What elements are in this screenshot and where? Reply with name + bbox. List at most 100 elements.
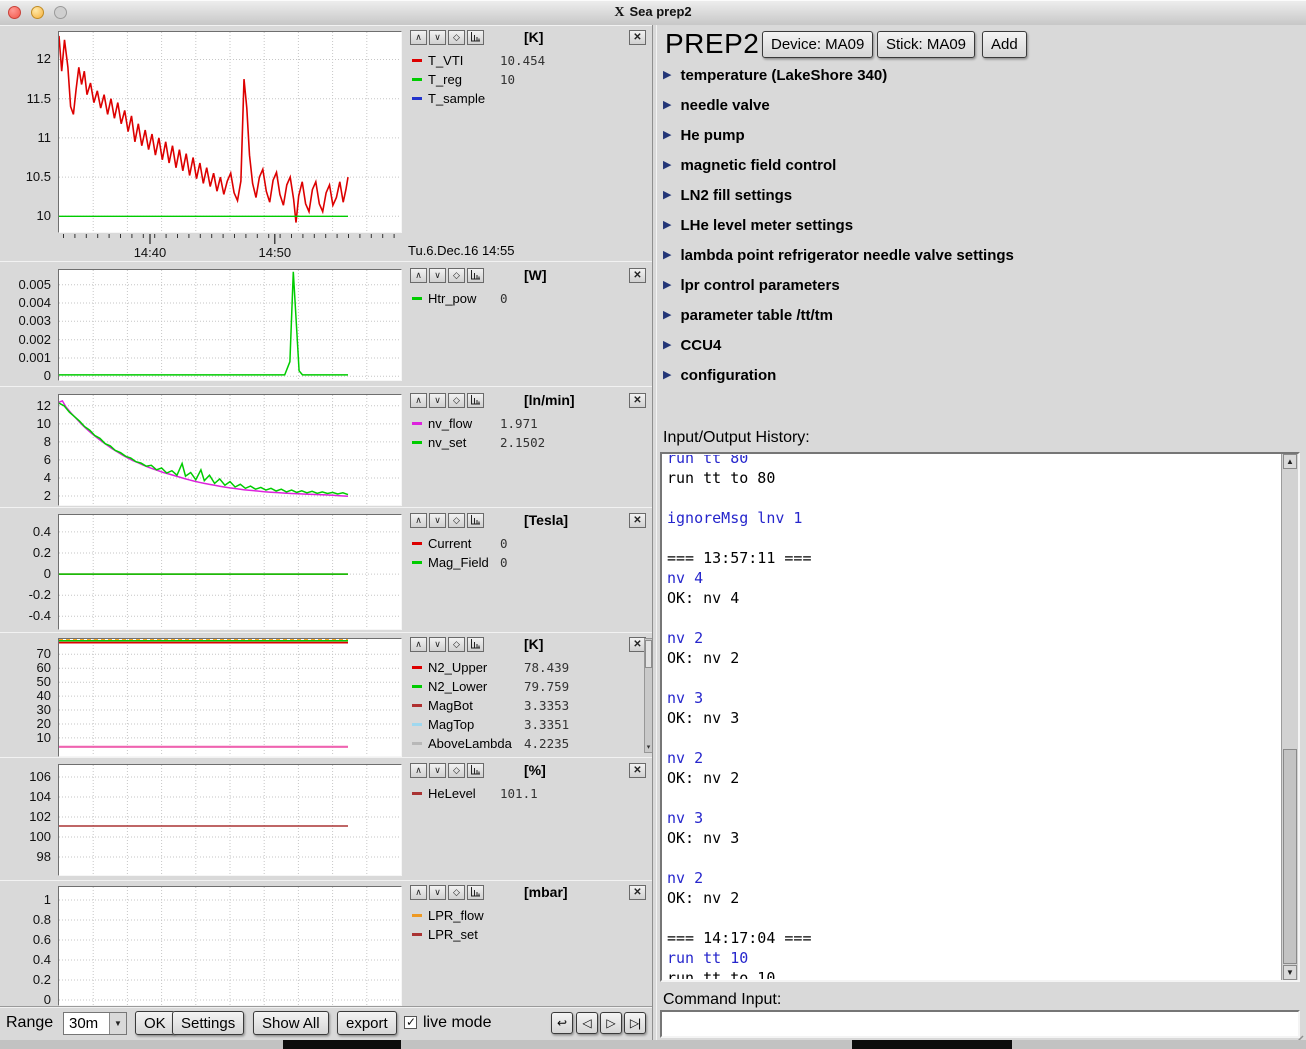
- shift-up-button[interactable]: ∧: [410, 393, 427, 408]
- y-tick-label: 0.8: [0, 912, 51, 927]
- autoscale-button[interactable]: ◇: [448, 637, 465, 652]
- range-select[interactable]: 30m ▼: [63, 1012, 127, 1035]
- shift-up-button[interactable]: ∧: [410, 30, 427, 45]
- tree-item-label: parameter table /tt/tm: [680, 307, 833, 324]
- legend-entry: LPR_flow: [412, 906, 500, 924]
- export-button[interactable]: export: [337, 1011, 397, 1035]
- log-scale-button[interactable]: [467, 637, 484, 652]
- command-label: Command Input:: [663, 991, 781, 1009]
- scroll-up-icon[interactable]: ▲: [1283, 454, 1297, 469]
- tree-item[interactable]: ▶CCU4: [663, 333, 721, 357]
- plot-needle-valve[interactable]: [58, 394, 402, 506]
- command-input[interactable]: [660, 1010, 1300, 1038]
- scrollbar-thumb[interactable]: [645, 640, 652, 668]
- tree-item[interactable]: ▶parameter table /tt/tm: [663, 303, 833, 327]
- legend-series-value: 0: [500, 555, 508, 570]
- legend-toolbar: ∧∨◇[K]: [410, 30, 543, 45]
- ok-button[interactable]: OK: [135, 1011, 175, 1035]
- scroll-down-icon[interactable]: ▾: [645, 743, 652, 752]
- expand-triangle-icon: ▶: [663, 213, 671, 237]
- autoscale-button[interactable]: ◇: [448, 763, 465, 778]
- legend-series-name: T_VTI: [428, 53, 500, 68]
- scrollbar-thumb[interactable]: [1283, 749, 1297, 964]
- step-right-button[interactable]: ▷: [600, 1012, 622, 1034]
- tree-item[interactable]: ▶magnetic field control: [663, 153, 836, 177]
- shift-down-button[interactable]: ∨: [429, 268, 446, 283]
- expand-triangle-icon: ▶: [663, 363, 671, 387]
- legend-entry: T_VTI10.454: [412, 51, 545, 69]
- tree-item[interactable]: ▶lambda point refrigerator needle valve …: [663, 243, 1014, 267]
- autoscale-button[interactable]: ◇: [448, 513, 465, 528]
- plot-lpr-pressure[interactable]: [58, 886, 402, 1006]
- y-tick-label: 11: [0, 130, 51, 145]
- tree-item[interactable]: ▶LHe level meter settings: [663, 213, 853, 237]
- settings-button[interactable]: Settings: [172, 1011, 244, 1035]
- history-scrollbar[interactable]: ▲ ▼: [1281, 454, 1298, 980]
- scroll-down-icon[interactable]: ▼: [1283, 965, 1297, 980]
- y-tick-label: 0.2: [0, 545, 51, 560]
- autoscale-button[interactable]: ◇: [448, 30, 465, 45]
- tree-item[interactable]: ▶He pump: [663, 123, 745, 147]
- stick-button[interactable]: Stick: MA09: [877, 31, 975, 58]
- shift-up-button[interactable]: ∧: [410, 885, 427, 900]
- jump-to-start-button[interactable]: ↩: [551, 1012, 573, 1034]
- autoscale-button[interactable]: ◇: [448, 393, 465, 408]
- close-chart-button[interactable]: ✕: [629, 30, 646, 45]
- y-tick-label: 0.001: [0, 350, 51, 365]
- legend-series-value: 2.1502: [500, 435, 545, 450]
- shift-down-button[interactable]: ∨: [429, 393, 446, 408]
- autoscale-button[interactable]: ◇: [448, 268, 465, 283]
- live-mode-checkbox[interactable]: ✓: [404, 1016, 417, 1029]
- show-all-button[interactable]: Show All: [253, 1011, 329, 1035]
- jump-to-end-button[interactable]: ▷|: [624, 1012, 646, 1034]
- close-chart-button[interactable]: ✕: [629, 393, 646, 408]
- shift-down-button[interactable]: ∨: [429, 513, 446, 528]
- y-tick-label: 98: [0, 849, 51, 864]
- legend-series-name: N2_Lower: [428, 679, 524, 694]
- close-chart-button[interactable]: ✕: [629, 885, 646, 900]
- history-box[interactable]: run tt 80run tt to 80 ignoreMsg lnv 1 ==…: [660, 452, 1300, 982]
- shift-up-button[interactable]: ∧: [410, 513, 427, 528]
- log-scale-button[interactable]: [467, 763, 484, 778]
- shift-up-button[interactable]: ∧: [410, 637, 427, 652]
- tree-item[interactable]: ▶temperature (LakeShore 340): [663, 63, 887, 87]
- unit-label: [Tesla]: [524, 513, 568, 528]
- shift-down-button[interactable]: ∨: [429, 637, 446, 652]
- tree-item[interactable]: ▶configuration: [663, 363, 776, 387]
- log-scale-button[interactable]: [467, 268, 484, 283]
- close-chart-button[interactable]: ✕: [629, 513, 646, 528]
- log-scale-button[interactable]: [467, 30, 484, 45]
- autoscale-button[interactable]: ◇: [448, 885, 465, 900]
- add-button[interactable]: Add: [982, 31, 1027, 58]
- legend-series-name: AboveLambda: [428, 736, 524, 751]
- plot-cryo-temperatures[interactable]: [58, 638, 402, 757]
- close-chart-button[interactable]: ✕: [629, 763, 646, 778]
- log-scale-button[interactable]: [467, 513, 484, 528]
- tree-item[interactable]: ▶LN2 fill settings: [663, 183, 792, 207]
- device-button[interactable]: Device: MA09: [762, 31, 873, 58]
- application-window: XSea prep2 1211.51110.51014:4014:50Tu.6.…: [0, 0, 1306, 1049]
- time-axis: [58, 234, 400, 246]
- x-tick-label: 14:50: [252, 245, 298, 260]
- legend-color-swatch: [412, 704, 422, 707]
- shift-down-button[interactable]: ∨: [429, 763, 446, 778]
- shift-down-button[interactable]: ∨: [429, 885, 446, 900]
- tree-item-label: LN2 fill settings: [680, 187, 792, 204]
- shift-up-button[interactable]: ∧: [410, 268, 427, 283]
- log-scale-button[interactable]: [467, 393, 484, 408]
- plot-temperature[interactable]: [58, 31, 402, 233]
- log-scale-button[interactable]: [467, 885, 484, 900]
- history-output-line: [667, 608, 1278, 628]
- shift-down-button[interactable]: ∨: [429, 30, 446, 45]
- tree-item[interactable]: ▶needle valve: [663, 93, 770, 117]
- close-chart-button[interactable]: ✕: [629, 268, 646, 283]
- plot-helium-level[interactable]: [58, 764, 402, 876]
- y-tick-label: 0.005: [0, 277, 51, 292]
- shift-up-button[interactable]: ∧: [410, 763, 427, 778]
- plot-magnetic-field[interactable]: [58, 514, 402, 630]
- history-output-line: [667, 788, 1278, 808]
- tree-item[interactable]: ▶lpr control parameters: [663, 273, 840, 297]
- step-left-button[interactable]: ◁: [576, 1012, 598, 1034]
- y-tick-label: 4: [0, 470, 51, 485]
- plot-heater-power[interactable]: [58, 269, 402, 381]
